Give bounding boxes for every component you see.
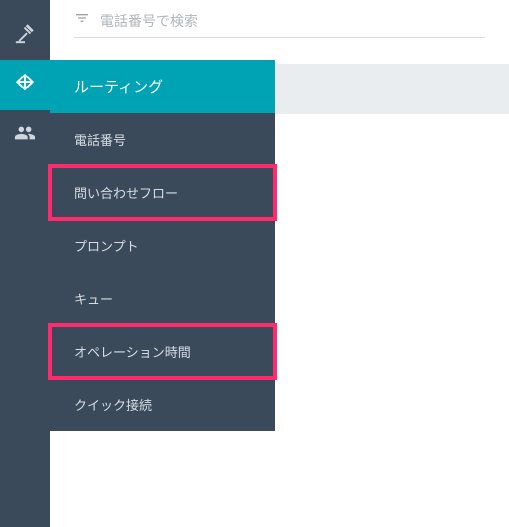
search-row: [50, 0, 509, 37]
flyout-item-phone-numbers[interactable]: 電話番号: [50, 113, 275, 166]
search-underline: [74, 37, 485, 38]
flyout-item-label: 問い合わせフロー: [74, 186, 178, 201]
rail-item-gavel[interactable]: [0, 10, 50, 60]
users-icon: [14, 122, 36, 149]
app-root: ルーティング 電話番号 問い合わせフロー プロンプト キュー オペレーション時間…: [0, 0, 509, 527]
flyout-item-prompts[interactable]: プロンプト: [50, 219, 275, 272]
routing-icon: [14, 72, 36, 99]
flyout-header: ルーティング: [50, 60, 275, 113]
flyout-item-label: 電話番号: [74, 133, 126, 148]
flyout-item-contact-flows[interactable]: 問い合わせフロー: [50, 166, 275, 219]
flyout-item-label: キュー: [74, 292, 113, 307]
filter-icon: [74, 10, 90, 31]
nav-rail: [0, 0, 50, 527]
gavel-icon: [14, 22, 36, 49]
search-input[interactable]: [100, 13, 485, 29]
rail-item-routing[interactable]: [0, 60, 50, 110]
flyout-item-hours-of-operation[interactable]: オペレーション時間: [50, 325, 275, 378]
routing-flyout: ルーティング 電話番号 問い合わせフロー プロンプト キュー オペレーション時間…: [50, 60, 275, 431]
flyout-item-queues[interactable]: キュー: [50, 272, 275, 325]
flyout-item-quick-connects[interactable]: クイック接続: [50, 378, 275, 431]
rail-item-users[interactable]: [0, 110, 50, 160]
flyout-item-label: オペレーション時間: [74, 345, 191, 360]
flyout-item-label: プロンプト: [74, 239, 139, 254]
flyout-item-label: クイック接続: [74, 398, 152, 413]
